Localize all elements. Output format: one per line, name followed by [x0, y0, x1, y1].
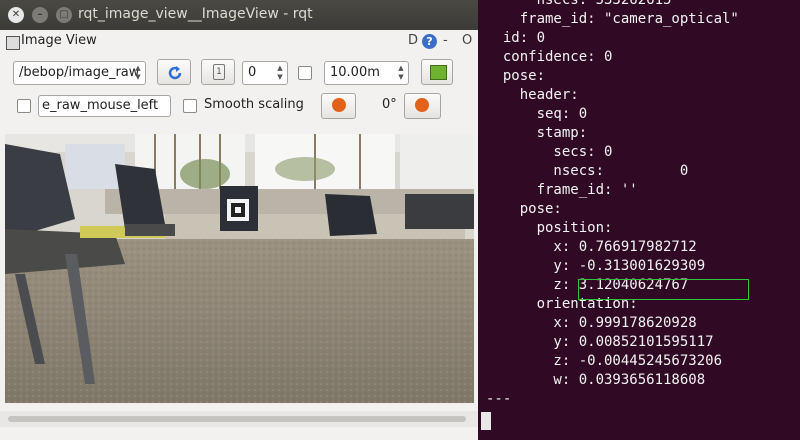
mouse-topic-input[interactable]: e_raw_mouse_left	[38, 95, 171, 117]
publish-topic-button[interactable]: 1	[201, 59, 235, 85]
dock-title: Image View	[21, 33, 97, 48]
terminal-line: w: 0.0393656118608	[486, 372, 706, 388]
refresh-topics-button[interactable]	[157, 59, 191, 85]
minimize-icon: –	[37, 9, 43, 20]
close-window-button[interactable]: ✕	[8, 7, 24, 23]
hide-dock-button[interactable]: -	[443, 33, 448, 48]
rotate-left-button[interactable]	[321, 93, 356, 119]
dynamic-range-checkbox[interactable]	[298, 66, 312, 80]
terminal-line: frame_id: ''	[486, 182, 638, 198]
terminal-line: pose:	[486, 68, 546, 84]
spin-arrows-icon[interactable]: ▲ ▼	[275, 64, 285, 82]
mouse-topic-value: e_raw_mouse_left	[42, 98, 159, 113]
number-value: 0	[248, 65, 257, 80]
dock-widget-icon	[6, 36, 20, 50]
scrollbar-thumb[interactable]	[8, 416, 466, 422]
maximize-icon: □	[59, 9, 69, 20]
terminal-line: nsecs: 0	[486, 163, 689, 179]
terminal-line: x: 0.766917982712	[486, 239, 697, 255]
topic-select[interactable]: /bebop/image_raw ▲ ▼	[13, 61, 146, 85]
terminal-line: confidence: 0	[486, 49, 613, 65]
window-titlebar[interactable]: ✕ – □ rqt_image_view__ImageView - rqt	[0, 0, 478, 30]
terminal-line: y: -0.313001629309	[486, 258, 706, 274]
smooth-scaling-checkbox[interactable]	[183, 99, 197, 113]
terminal-line: z: -0.00445245673206	[486, 353, 723, 369]
terminal-line: id: 0	[486, 30, 546, 46]
terminal-line: frame_id: "camera_optical"	[486, 11, 739, 27]
rqt-window: ✕ – □ rqt_image_view__ImageView - rqt Im…	[0, 0, 478, 440]
rotate-left-icon	[332, 98, 346, 112]
terminal-line: header:	[486, 87, 579, 103]
maximize-window-button[interactable]: □	[56, 7, 72, 23]
terminal-line: stamp:	[486, 125, 588, 141]
terminal-line: secs: 0	[486, 144, 613, 160]
smooth-scaling-label: Smooth scaling	[204, 97, 304, 112]
refresh-icon	[168, 66, 182, 80]
terminal-line: x: 0.999178620928	[486, 315, 697, 331]
terminal-line: y: 0.00852101595117	[486, 334, 714, 350]
max-range-spinbox[interactable]: 10.00m ▲ ▼	[324, 61, 409, 85]
close-icon: ✕	[11, 9, 21, 20]
terminal-line: position:	[486, 220, 613, 236]
rotation-angle: 0°	[382, 97, 397, 112]
float-dock-button[interactable]: O	[462, 33, 472, 48]
terminal-line: seq: 0	[486, 106, 588, 122]
control-icon: 1	[213, 64, 225, 80]
terminal-line: ---	[486, 391, 512, 407]
debug-button[interactable]: D	[408, 33, 418, 48]
window-title: rqt_image_view__ImageView - rqt	[78, 6, 313, 22]
terminal-line: nsecs: 533262615	[486, 0, 672, 8]
position-z-highlight	[578, 279, 749, 300]
minimize-window-button[interactable]: –	[32, 7, 48, 23]
rotate-right-button[interactable]	[404, 93, 441, 119]
terminal-line: pose:	[486, 201, 562, 217]
terminal-cursor	[481, 412, 491, 430]
rotate-right-icon	[415, 98, 429, 112]
topic-value: /bebop/image_raw	[19, 65, 140, 80]
publish-mouse-checkbox[interactable]	[17, 99, 31, 113]
chevron-updown-icon: ▲ ▼	[135, 64, 141, 81]
spin-arrows-icon[interactable]: ▲ ▼	[396, 64, 406, 82]
office-scene-image	[5, 134, 474, 403]
max-range-value: 10.00m	[330, 65, 380, 80]
camera-image[interactable]	[5, 134, 474, 403]
number-spinbox[interactable]: 0 ▲ ▼	[242, 61, 288, 85]
save-image-icon	[430, 65, 447, 80]
save-image-button[interactable]	[421, 59, 453, 85]
help-button[interactable]: ?	[422, 34, 437, 49]
